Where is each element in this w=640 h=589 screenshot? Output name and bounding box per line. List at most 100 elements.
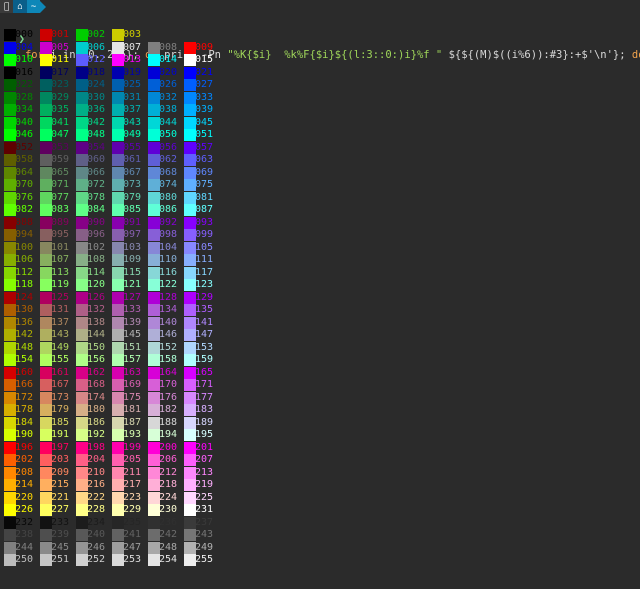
color-index-label: 064: [14, 166, 34, 178]
color-index-label: 042: [86, 116, 106, 128]
color-index-label: 176: [158, 391, 178, 403]
current-directory: ~: [26, 0, 41, 13]
color-index-label: 181: [122, 404, 142, 415]
color-index-label: 227: [50, 504, 70, 515]
color-index-label: 020: [158, 66, 178, 78]
color-index-label: 139: [122, 316, 142, 328]
color-index-label: 063: [194, 154, 214, 165]
color-index-label: 156: [86, 354, 106, 365]
color-index-label: 117: [194, 266, 214, 278]
color-index-label: 085: [122, 204, 142, 215]
color-index-label: 033: [194, 91, 214, 103]
color-index-label: 045: [194, 116, 214, 128]
color-index-label: 194: [158, 429, 178, 440]
color-index-label: 066: [86, 166, 106, 178]
color-index-label: 135: [194, 304, 214, 315]
color-index-label: 056: [158, 141, 178, 153]
color-index-label: 155: [50, 354, 70, 365]
color-index-label: 253: [122, 554, 142, 565]
command-token: ${${(M)$((i%6)):#3}:+$'\n'};: [442, 49, 632, 61]
color-index-label: 044: [158, 116, 178, 128]
color-index-label: 133: [122, 304, 142, 315]
color-index-label: 205: [122, 454, 142, 465]
color-index-label: 179: [50, 404, 70, 415]
color-index-label: 224: [158, 491, 178, 503]
color-index-label: 218: [158, 479, 178, 490]
color-index-label: 013: [122, 54, 142, 65]
color-index-label: 154: [14, 354, 34, 365]
color-index-label: 094: [14, 229, 34, 240]
color-index-label: 197: [50, 441, 70, 453]
color-index-label: 167: [50, 379, 70, 390]
color-index-label: 052: [14, 141, 34, 153]
color-index-label: 138: [86, 316, 106, 328]
color-index-label: 054: [86, 141, 106, 153]
color-index-label: 118: [14, 279, 34, 290]
color-index-label: 038: [158, 104, 178, 115]
color-index-label: 189: [194, 416, 214, 428]
color-index-label: 060: [86, 154, 106, 165]
color-index-label: 231: [194, 504, 214, 515]
color-index-label: 174: [86, 391, 106, 403]
color-index-label: 127: [122, 291, 142, 303]
color-index-label: 081: [194, 191, 214, 203]
color-index-label: 241: [122, 529, 142, 540]
color-index-label: 145: [122, 329, 142, 340]
color-index-label: 153: [194, 341, 214, 353]
color-index-label: 178: [14, 404, 34, 415]
color-index-label: 243: [194, 529, 214, 540]
color-index-label: 199: [122, 441, 142, 453]
color-index-label: 177: [194, 391, 214, 403]
color-index-label: 101: [50, 241, 70, 253]
color-index-label: 084: [86, 204, 106, 215]
color-index-label: 065: [50, 166, 70, 178]
color-index-label: 032: [158, 91, 178, 103]
command-token: done: [631, 49, 640, 61]
color-index-label: 048: [86, 129, 106, 140]
color-index-label: 159: [194, 354, 214, 365]
color-index-label: 175: [122, 391, 142, 403]
color-index-label: 123: [194, 279, 214, 290]
color-index-label: 069: [194, 166, 214, 178]
color-index-label: 006: [86, 41, 106, 53]
color-index-label: 252: [86, 554, 106, 565]
color-index-label: 236: [158, 516, 178, 528]
color-index-label: 055: [122, 141, 142, 153]
color-index-label: 086: [158, 204, 178, 215]
color-index-label: 016: [14, 66, 34, 78]
color-index-label: 022: [14, 79, 34, 90]
color-index-label: 196: [14, 441, 34, 453]
color-index-label: 035: [50, 104, 70, 115]
color-index-label: 198: [86, 441, 106, 453]
color-index-label: 008: [158, 41, 178, 53]
color-index-label: 001: [50, 29, 70, 40]
color-index-label: 040: [14, 116, 34, 128]
color-index-label: 172: [14, 391, 34, 403]
color-index-label: 075: [194, 179, 214, 190]
color-index-label: 120: [86, 279, 106, 290]
color-index-label: 240: [86, 529, 106, 540]
color-index-label: 115: [122, 266, 142, 278]
color-index-label: 030: [86, 91, 106, 103]
color-index-label: 070: [14, 179, 34, 190]
color-index-label: 126: [86, 291, 106, 303]
color-index-label: 107: [50, 254, 70, 265]
color-index-label: 191: [50, 429, 70, 440]
color-index-label: 221: [50, 491, 70, 503]
color-index-label: 203: [50, 454, 70, 465]
color-index-label: 208: [14, 466, 34, 478]
color-index-label: 114: [86, 266, 106, 278]
color-index-label: 011: [50, 54, 70, 65]
color-index-label: 073: [122, 179, 142, 190]
color-index-label: 061: [122, 154, 142, 165]
color-index-label: 017: [50, 66, 70, 78]
color-index-label: 103: [122, 241, 142, 253]
color-index-label: 083: [50, 204, 70, 215]
color-index-label: 031: [122, 91, 142, 103]
color-index-label: 023: [50, 79, 70, 90]
color-index-label: 166: [14, 379, 34, 390]
color-index-label: 150: [86, 341, 106, 353]
color-index-label: 184: [14, 416, 34, 428]
color-index-label: 130: [14, 304, 34, 315]
color-index-label: 162: [86, 366, 106, 378]
